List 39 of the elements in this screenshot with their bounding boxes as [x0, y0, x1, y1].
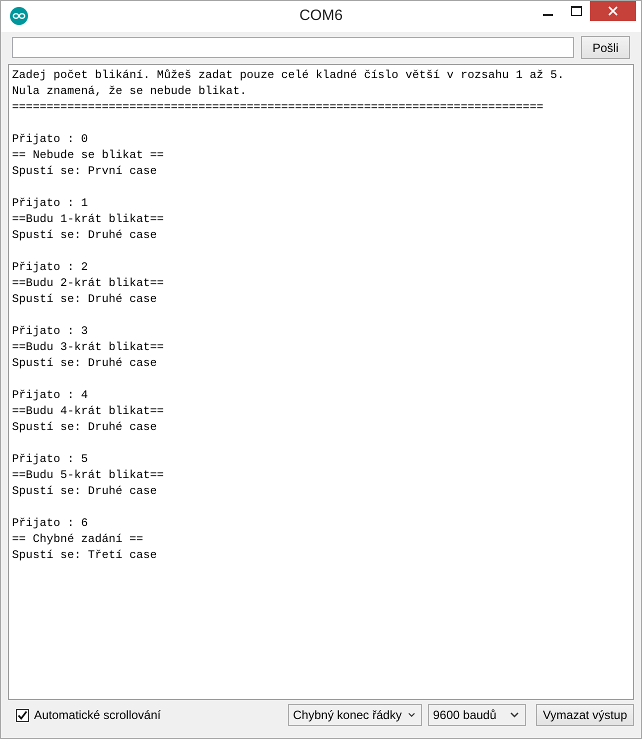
- minimize-icon: [543, 14, 553, 16]
- output-line: Přijato : 2: [12, 260, 89, 276]
- output-line: == Nebude se blikat ==: [12, 148, 165, 164]
- checkbox-label: Automatické scrollování: [34, 708, 161, 722]
- output-line: Přijato : 4: [12, 388, 89, 404]
- close-icon: [608, 6, 618, 16]
- line-ending-dropdown[interactable]: Chybný konec řádky: [288, 704, 422, 726]
- output-line: Přijato : 1: [12, 196, 89, 212]
- output-line: Spustí se: První case: [12, 164, 158, 180]
- output-line: Přijato : 0: [12, 132, 89, 148]
- output-line: Spustí se: Druhé case: [12, 292, 158, 308]
- send-button[interactable]: Pošli: [581, 36, 630, 59]
- app-logo-icon: [10, 7, 28, 25]
- output-line: ==Budu 1-krát blikat==: [12, 212, 165, 228]
- output-line: == Chybné zadání ==: [12, 532, 144, 548]
- output-line: Přijato : 6: [12, 516, 89, 532]
- close-button[interactable]: [590, 1, 636, 21]
- output-line: Spustí se: Druhé case: [12, 484, 158, 500]
- send-field[interactable]: [12, 37, 574, 58]
- output-line: Zadej počet blikání. Můžeš zadat pouze celé kladné číslo větší v rozsahu 1 až 5.: [12, 68, 566, 84]
- chevron-down-icon: [408, 712, 415, 718]
- output-line: Spustí se: Druhé case: [12, 420, 158, 436]
- output-line: Přijato : 3: [12, 324, 89, 340]
- output-line: Spustí se: Druhé case: [12, 228, 158, 244]
- checkbox[interactable]: [16, 708, 29, 722]
- baud-rate-dropdown[interactable]: 9600 baudů: [428, 704, 526, 726]
- output-line: Nula znamená, že se nebude blikat.: [12, 84, 248, 100]
- chevron-down-icon: [510, 712, 519, 718]
- output-line: ==Budu 2-krát blikat==: [12, 276, 165, 292]
- output-line: =============================================================================: [12, 100, 544, 116]
- window-title: COM6: [298, 7, 344, 24]
- output-line: Spustí se: Druhé case: [12, 356, 158, 372]
- clear-output-button[interactable]: Vymazat výstup: [536, 704, 634, 726]
- output-line: ==Budu 4-krát blikat==: [12, 404, 165, 420]
- output-line: Přijato : 5: [12, 452, 89, 468]
- output-line: Spustí se: Třetí case: [12, 548, 158, 564]
- output-line: ==Budu 3-krát blikat==: [12, 340, 165, 356]
- output-line: ==Budu 5-krát blikat==: [12, 468, 165, 484]
- maximize-icon: [570, 6, 582, 16]
